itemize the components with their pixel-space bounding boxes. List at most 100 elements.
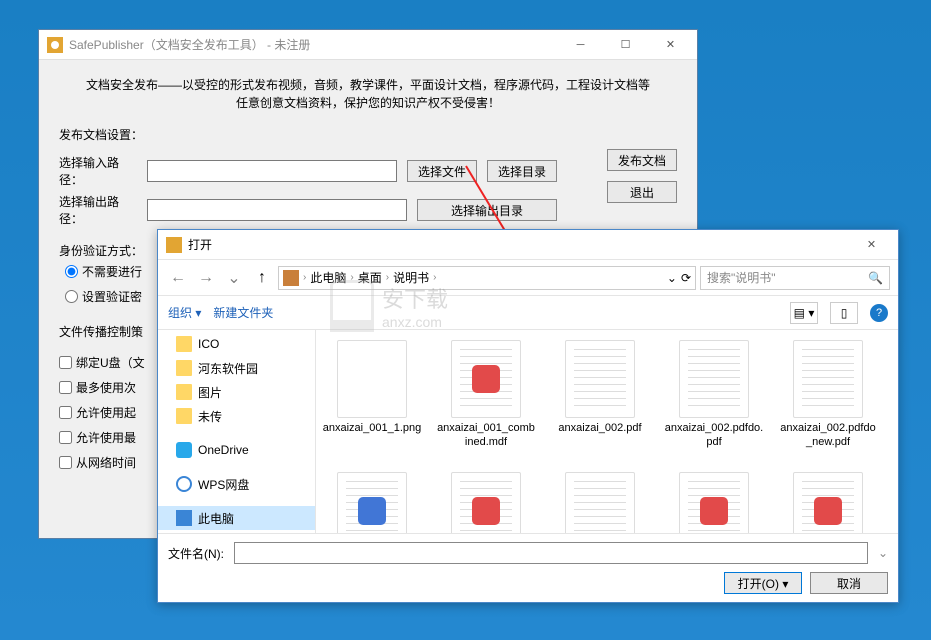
- file-item[interactable]: anxaizai_003_new.pdf: [662, 468, 766, 533]
- file-item[interactable]: anxaizai_003.pdf: [434, 468, 538, 533]
- open-button[interactable]: 打开(O) ▾: [724, 572, 802, 594]
- verif-radio1[interactable]: [65, 265, 78, 278]
- input-path-label: 选择输入路径：: [59, 154, 137, 188]
- file-name: anxaizai_001_combined.mdf: [436, 422, 536, 450]
- maximize-button[interactable]: ☐: [603, 31, 648, 59]
- nav-back-button[interactable]: ←: [166, 266, 190, 290]
- file-item[interactable]: anxaizai_003.pdf.bak: [548, 468, 652, 533]
- search-icon[interactable]: 🔍: [868, 271, 883, 285]
- pdf-icon: [700, 497, 728, 525]
- app-icon: [47, 37, 63, 53]
- help-icon[interactable]: ?: [870, 304, 888, 322]
- docx-icon: [358, 497, 386, 525]
- verif-radio2[interactable]: [65, 290, 78, 303]
- cancel-button[interactable]: 取消: [810, 572, 888, 594]
- crumb-desktop[interactable]: 桌面: [358, 269, 382, 286]
- crumb-folder[interactable]: 说明书: [393, 269, 429, 286]
- file-thumb: [337, 340, 407, 418]
- minimize-button[interactable]: ─: [558, 31, 603, 59]
- file-thumb: [679, 340, 749, 418]
- refresh-icon[interactable]: ⟳: [681, 271, 691, 285]
- dialog-title: 打开: [188, 236, 849, 253]
- new-folder-button[interactable]: 新建文件夹: [213, 304, 273, 321]
- crumb-sep-icon: ›: [303, 272, 306, 283]
- dialog-toolbar: 组织 ▾ 新建文件夹 ▤ ▾ ▯ ?: [158, 296, 898, 330]
- tree-item-ico[interactable]: ICO: [158, 332, 315, 356]
- file-item[interactable]: anxaizai_002.pdfdo.pdf: [662, 336, 766, 466]
- file-item[interactable]: anxaizai_001_combined.mdf: [434, 336, 538, 466]
- intro-text: 文档安全发布——以受控的形式发布视频，音频，教学课件，平面设计文档，程序源代码，…: [59, 76, 677, 112]
- intro-line2: 任意创意文档资料，保护您的知识产权不受侵害！: [59, 94, 677, 112]
- file-thumb: [451, 472, 521, 533]
- file-thumb: [793, 472, 863, 533]
- input-path-field[interactable]: [147, 160, 397, 182]
- tree-item-onedrive[interactable]: OneDrive: [158, 438, 315, 462]
- tree-item-pic[interactable]: 图片: [158, 380, 315, 404]
- dialog-close-button[interactable]: ✕: [849, 231, 894, 259]
- pc-icon: [176, 510, 192, 526]
- view-mode-button[interactable]: ▤ ▾: [790, 302, 818, 324]
- nav-tree: ICO 河东软件园 图片 未传 OneDrive WPS网盘 此电脑 网络: [158, 330, 316, 533]
- organize-menu[interactable]: 组织 ▾: [168, 304, 201, 321]
- nav-forward-button[interactable]: →: [194, 266, 218, 290]
- pdf-icon: [814, 497, 842, 525]
- close-button[interactable]: ✕: [648, 31, 693, 59]
- file-thumb: [793, 340, 863, 418]
- crumb-sep-icon: ›: [433, 272, 436, 283]
- crumb-sep-icon: ›: [350, 272, 353, 283]
- search-box[interactable]: 搜索"说明书" 🔍: [700, 266, 890, 290]
- filename-input[interactable]: [234, 542, 868, 564]
- search-placeholder: 搜索"说明书": [707, 269, 776, 286]
- dialog-titlebar: 打开 ✕: [158, 230, 898, 260]
- filename-label: 文件名(N):: [168, 545, 224, 562]
- file-list: anxaizai_001_1.png anxaizai_001_combined.…: [316, 330, 898, 533]
- file-item[interactable]: anxaizai_002.pdfdo_new.pdf: [776, 336, 880, 466]
- intro-line1: 文档安全发布——以受控的形式发布视频，音频，教学课件，平面设计文档，程序源代码，…: [59, 76, 677, 94]
- dialog-body: ICO 河东软件园 图片 未传 OneDrive WPS网盘 此电脑 网络 an…: [158, 330, 898, 533]
- open-dialog: 打开 ✕ ← → ⌄ ↑ › 此电脑 › 桌面 › 说明书 › ⌄ ⟳ 搜索"说…: [157, 229, 899, 603]
- file-item[interactable]: anxaizai_003.docx: [320, 468, 424, 533]
- file-name: anxaizai_002.pdfdo.pdf: [664, 422, 764, 450]
- file-item[interactable]: anxaizai_002.pdf: [548, 336, 652, 466]
- pc-icon: [283, 270, 299, 286]
- dialog-icon: [166, 237, 182, 253]
- publish-section-label: 发布文档设置：: [59, 126, 677, 143]
- preview-pane-button[interactable]: ▯: [830, 302, 858, 324]
- dialog-nav: ← → ⌄ ↑ › 此电脑 › 桌面 › 说明书 › ⌄ ⟳ 搜索"说明书" 🔍: [158, 260, 898, 296]
- tree-item-weichuan[interactable]: 未传: [158, 404, 315, 428]
- onedrive-icon: [176, 442, 192, 458]
- crumb-drop-icon[interactable]: ⌄: [667, 271, 677, 285]
- file-name: anxaizai_002.pdfdo_new.pdf: [778, 422, 878, 450]
- publish-button[interactable]: 发布文档: [607, 149, 677, 171]
- file-name: anxaizai_002.pdf: [558, 422, 641, 436]
- output-path-field[interactable]: [147, 199, 407, 221]
- address-bar[interactable]: › 此电脑 › 桌面 › 说明书 › ⌄ ⟳: [278, 266, 696, 290]
- exit-button[interactable]: 退出: [607, 181, 677, 203]
- file-name: anxaizai_001_1.png: [323, 422, 421, 436]
- pdf-icon: [472, 497, 500, 525]
- nav-dropdown-icon[interactable]: ⌄: [222, 266, 246, 290]
- tree-item-hedong[interactable]: 河东软件园: [158, 356, 315, 380]
- select-dir-button[interactable]: 选择目录: [487, 160, 557, 182]
- file-item[interactable]: anxaizai_004.pdf: [776, 468, 880, 533]
- file-item[interactable]: anxaizai_001_1.png: [320, 336, 424, 466]
- crumb-sep-icon: ›: [386, 272, 389, 283]
- select-file-button[interactable]: 选择文件: [407, 160, 477, 182]
- file-thumb: [565, 340, 635, 418]
- pdf-icon: [472, 365, 500, 393]
- wps-icon: [176, 476, 192, 492]
- verif-label: 身份验证方式：: [59, 242, 143, 259]
- window-title: SafePublisher（文档安全发布工具） - 未注册: [69, 36, 558, 53]
- filetype-dropdown-icon[interactable]: ⌄: [878, 546, 888, 560]
- tree-item-thispc[interactable]: 此电脑: [158, 506, 315, 530]
- crumb-pc[interactable]: 此电脑: [310, 269, 346, 286]
- file-thumb: [451, 340, 521, 418]
- file-thumb: [565, 472, 635, 533]
- dialog-footer: 文件名(N): ⌄ 打开(O) ▾ 取消: [158, 533, 898, 602]
- select-outdir-button[interactable]: 选择输出目录: [417, 199, 557, 221]
- file-thumb: [337, 472, 407, 533]
- titlebar: SafePublisher（文档安全发布工具） - 未注册 ─ ☐ ✕: [39, 30, 697, 60]
- file-thumb: [679, 472, 749, 533]
- tree-item-wps[interactable]: WPS网盘: [158, 472, 315, 496]
- nav-up-button[interactable]: ↑: [250, 266, 274, 290]
